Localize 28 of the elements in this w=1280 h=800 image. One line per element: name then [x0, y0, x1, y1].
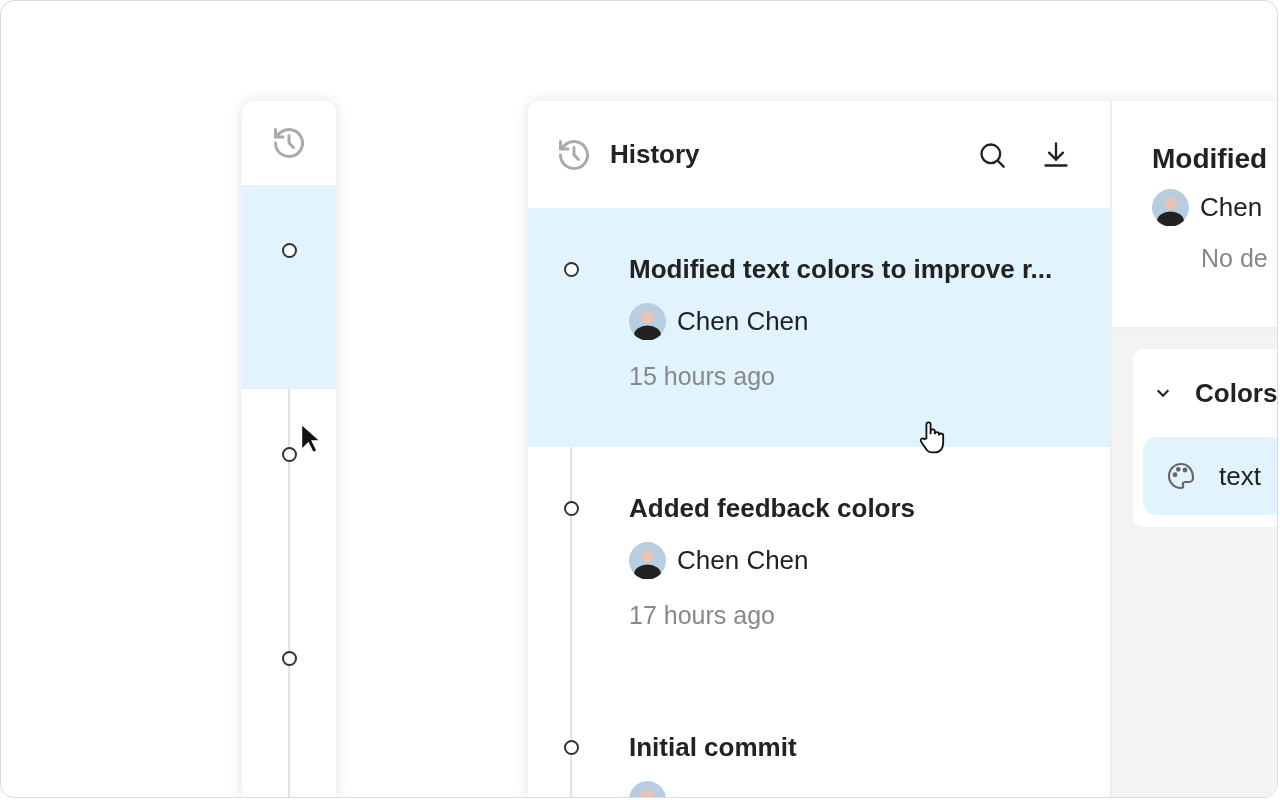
- commit-title: Initial commit: [629, 732, 797, 763]
- timeline-dot: [564, 501, 579, 516]
- description: No de: [1200, 244, 1269, 273]
- commit-item[interactable]: Initial commit: [528, 686, 1110, 797]
- commit-time: 17 hours ago: [629, 601, 776, 630]
- hand-cursor-icon: [918, 420, 946, 454]
- author-name: Chen Chen: [677, 306, 809, 337]
- avatar-icon: [1152, 189, 1189, 226]
- timeline-dot: [281, 651, 297, 667]
- color-item[interactable]: text: [1143, 437, 1277, 515]
- avatar-icon: [629, 303, 666, 340]
- avatar-icon: [629, 542, 666, 579]
- timeline-dot: [281, 447, 297, 463]
- timeline-dot: [281, 243, 297, 259]
- group-header[interactable]: Colors: [1143, 349, 1277, 437]
- author-name: Chen Chen: [677, 545, 809, 576]
- commit-time: 15 hours ago: [629, 362, 776, 391]
- commit-item[interactable]: Added feedback colors Chen Chen 17 hours ago: [528, 447, 1110, 686]
- detail-title: Modified: [1152, 143, 1269, 175]
- author-name: Chen: [1200, 192, 1263, 223]
- download-icon[interactable]: [1042, 140, 1070, 169]
- commit-title: Added feedback colors: [629, 493, 916, 524]
- timeline-dot: [564, 740, 579, 755]
- panel-title: History: [610, 139, 701, 170]
- commit-title: Modified text colors to improve r...: [629, 254, 1053, 285]
- search-icon[interactable]: [978, 140, 1006, 169]
- timeline-dot: [564, 262, 579, 277]
- palette-icon: [1165, 460, 1197, 492]
